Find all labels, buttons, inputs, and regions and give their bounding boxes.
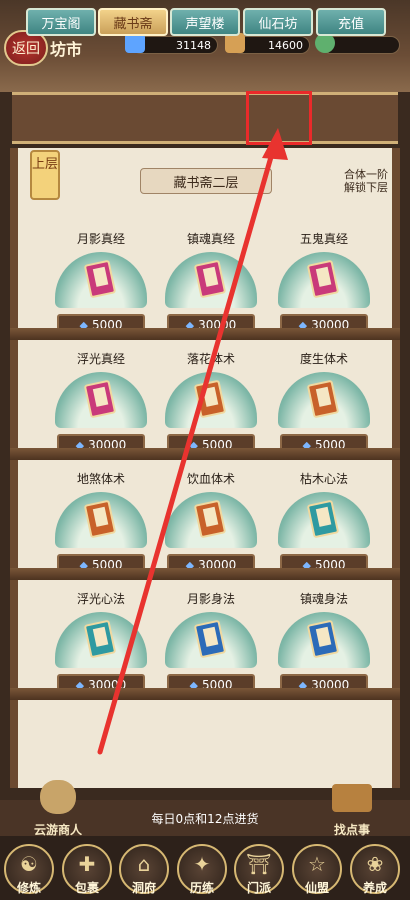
pointer-arrow [97, 128, 288, 755]
